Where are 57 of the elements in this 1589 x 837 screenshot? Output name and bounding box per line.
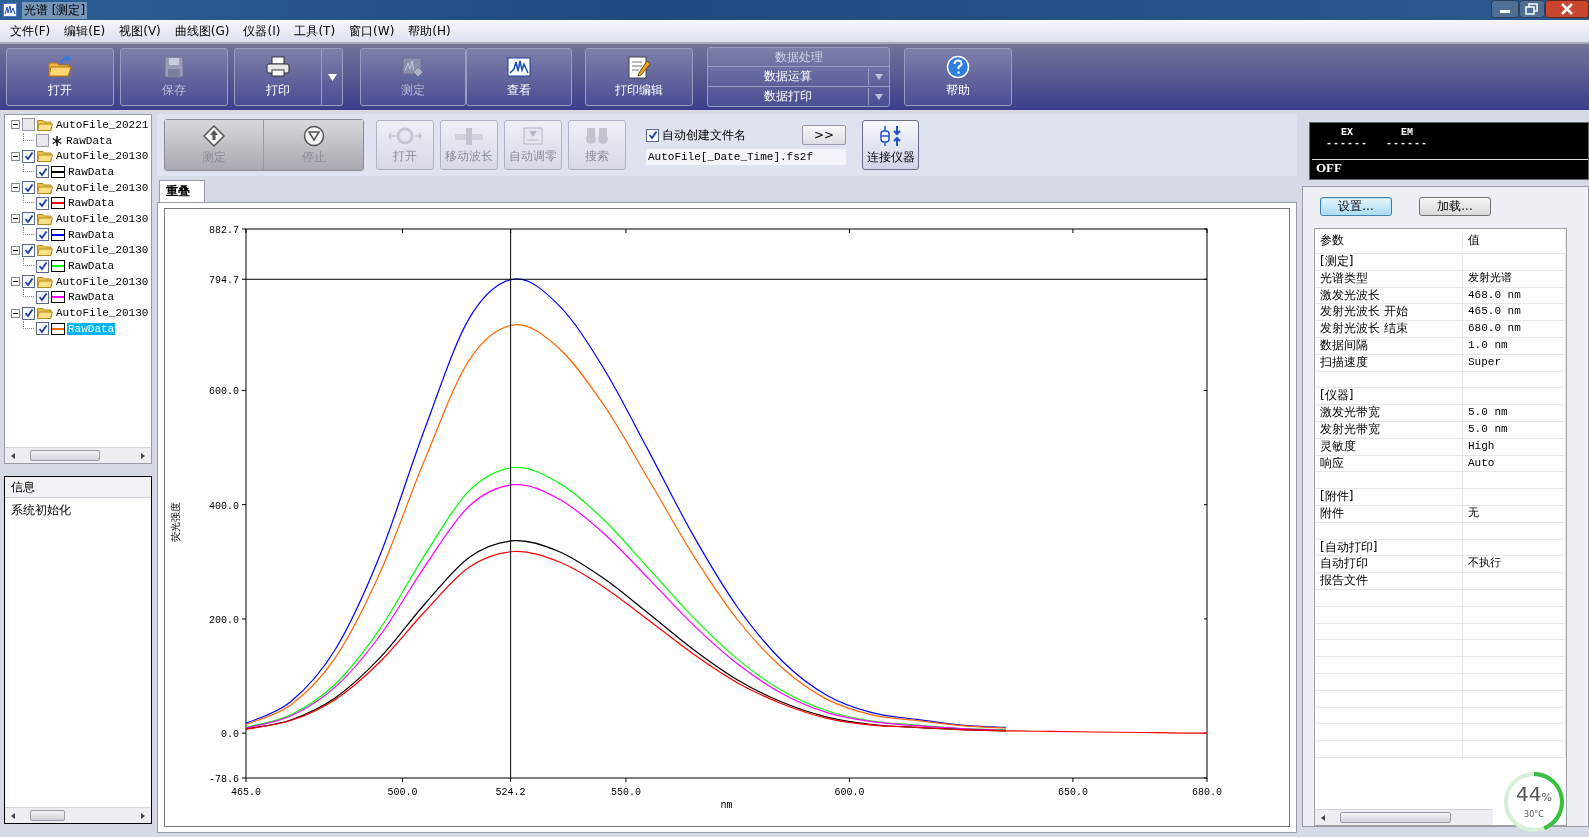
y-tick-label: 882.7: [209, 225, 239, 236]
table-cell: 无: [1463, 505, 1566, 522]
table-cell: 发射光波长 开始: [1315, 304, 1463, 321]
table-cell: 发射光波长 结束: [1315, 321, 1463, 337]
usage-percent: 44: [1516, 782, 1542, 806]
y-tick-label: 794.7: [209, 275, 239, 287]
table-cell: 468.0 nm: [1463, 287, 1566, 304]
section-label: [附件]: [1315, 489, 1463, 505]
table-cell: 发射光带宽: [1315, 421, 1463, 438]
x-tick-label: 524.2: [495, 787, 526, 798]
menu-title: 数据处理: [708, 48, 889, 67]
table-cell: 5.0 nm: [1463, 421, 1566, 438]
table-cell: 数据间隔: [1315, 338, 1463, 354]
y-tick-label: 0.0: [221, 729, 239, 741]
table-cell: 光谱类型: [1315, 270, 1463, 287]
table-cell: High: [1463, 438, 1566, 455]
y-tick-label: 400.0: [209, 500, 239, 512]
table-cell: 465.0 nm: [1463, 304, 1566, 321]
table-cell: Super: [1463, 354, 1566, 371]
status-text: OFF: [1315, 160, 1343, 176]
table-cell: 响应: [1315, 455, 1463, 472]
table-cell: 灵敏度: [1315, 438, 1463, 455]
table-cell: 自动打印: [1315, 556, 1463, 573]
section-label: [测定]: [1315, 254, 1463, 270]
table-cell: Auto: [1463, 455, 1566, 472]
percent-sign: %: [1541, 791, 1552, 804]
x-tick-label: 550.0: [610, 787, 641, 798]
display-reading: ------: [1386, 138, 1429, 149]
x-tick-label: 650.0: [1057, 787, 1088, 798]
panel-header: 信息: [5, 477, 151, 498]
display-label: EM: [1401, 127, 1414, 138]
temperature: 30°C: [1523, 810, 1545, 819]
window-title: 光谱 [测定]: [22, 1, 88, 19]
x-tick-label: 465.0: [231, 787, 261, 798]
y-axis-label: 荧光强度: [170, 501, 181, 542]
table-cell: 激发光带宽: [1315, 405, 1463, 421]
log-message: 系统初始化: [11, 502, 72, 519]
x-tick-label: 600.0: [834, 787, 865, 798]
table-cell: 5.0 nm: [1463, 405, 1566, 421]
table-cell: 不执行: [1463, 556, 1566, 573]
display-reading: ------: [1326, 138, 1368, 149]
table-cell: 扫描速度: [1315, 354, 1463, 371]
x-axis-label: nm: [720, 800, 733, 811]
table-cell: 1.0 nm: [1463, 338, 1566, 354]
table-cell: 680.0 nm: [1463, 321, 1566, 337]
section-label: [自动打印]: [1315, 539, 1463, 556]
y-tick-label: 600.0: [209, 386, 239, 398]
display-label: EX: [1341, 127, 1353, 138]
table-cell: 报告文件: [1315, 573, 1463, 589]
x-tick-label: 500.0: [387, 787, 418, 798]
table-cell: 激发光波长: [1315, 287, 1463, 304]
table-cell: 发射光谱: [1463, 270, 1566, 287]
x-tick-label: 680.0: [1192, 787, 1222, 798]
section-label: [仪器]: [1315, 388, 1463, 405]
y-tick-label: 200.0: [209, 614, 239, 626]
y-tick-label: -78.6: [209, 774, 239, 785]
table-cell: 附件: [1315, 505, 1463, 522]
